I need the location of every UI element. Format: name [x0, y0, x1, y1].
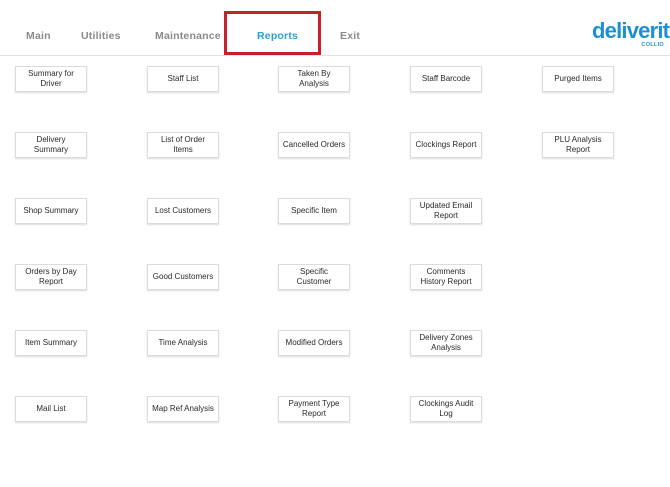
purged-items-label: Purged Items	[554, 74, 602, 83]
good-customers-label: Good Customers	[152, 272, 214, 281]
delivery-summary-button[interactable]: Delivery Summary	[15, 132, 87, 158]
specific-customer-button[interactable]: Specific Customer	[278, 264, 350, 290]
staff-barcode-label: Staff Barcode	[421, 74, 471, 83]
comments-history-report-label: Comments History Report	[420, 267, 472, 286]
shop-summary-label: Shop Summary	[23, 206, 79, 215]
delivery-summary-label: Delivery Summary	[33, 135, 69, 154]
updated-email-report-button[interactable]: Updated Email Report	[410, 198, 482, 224]
lost-customers-button[interactable]: Lost Customers	[147, 198, 219, 224]
payment-type-report-button[interactable]: Payment Type Report	[278, 396, 350, 422]
plu-analysis-report-button[interactable]: PLU Analysis Report	[542, 132, 614, 158]
delivery-zones-analysis-label: Delivery Zones Analysis	[419, 333, 473, 352]
top-navigation: Main Utilities Maintenance Reports Exit …	[0, 0, 670, 56]
list-of-order-items-label: List of Order Items	[160, 135, 205, 154]
tab-utilities[interactable]: Utilities	[81, 30, 121, 42]
logo-text: deliverit	[592, 18, 670, 43]
payment-type-report-label: Payment Type Report	[288, 399, 340, 418]
plu-analysis-report-label: PLU Analysis Report	[554, 135, 602, 154]
summary-for-driver-label: Summary for Driver	[28, 69, 74, 88]
clockings-report-button[interactable]: Clockings Report	[410, 132, 482, 158]
tab-exit[interactable]: Exit	[340, 30, 360, 42]
modified-orders-button[interactable]: Modified Orders	[278, 330, 350, 356]
staff-list-label: Staff List	[167, 74, 199, 83]
item-summary-button[interactable]: Item Summary	[15, 330, 87, 356]
time-analysis-label: Time Analysis	[158, 338, 208, 347]
mail-list-label: Mail List	[36, 404, 66, 413]
item-summary-label: Item Summary	[24, 338, 77, 347]
shop-summary-button[interactable]: Shop Summary	[15, 198, 87, 224]
staff-list-button[interactable]: Staff List	[147, 66, 219, 92]
nav-divider	[0, 55, 670, 56]
deliverit-logo: deliverit COLLIO	[592, 18, 670, 50]
list-of-order-items-button[interactable]: List of Order Items	[147, 132, 219, 158]
purged-items-button[interactable]: Purged Items	[542, 66, 614, 92]
staff-barcode-button[interactable]: Staff Barcode	[410, 66, 482, 92]
clockings-audit-log-button[interactable]: Clockings Audit Log	[410, 396, 482, 422]
map-ref-analysis-button[interactable]: Map Ref Analysis	[147, 396, 219, 422]
good-customers-button[interactable]: Good Customers	[147, 264, 219, 290]
cancelled-orders-button[interactable]: Cancelled Orders	[278, 132, 350, 158]
lost-customers-label: Lost Customers	[154, 206, 212, 215]
clockings-report-label: Clockings Report	[415, 140, 477, 149]
cancelled-orders-label: Cancelled Orders	[282, 140, 346, 149]
time-analysis-button[interactable]: Time Analysis	[147, 330, 219, 356]
orders-by-day-report-button[interactable]: Orders by Day Report	[15, 264, 87, 290]
summary-for-driver-button[interactable]: Summary for Driver	[15, 66, 87, 92]
taken-by-analysis-label: Taken By Analysis	[297, 69, 331, 88]
logo-subtext: COLLIO	[641, 42, 664, 48]
map-ref-analysis-label: Map Ref Analysis	[152, 404, 214, 413]
updated-email-report-label: Updated Email Report	[419, 201, 473, 220]
delivery-zones-analysis-button[interactable]: Delivery Zones Analysis	[410, 330, 482, 356]
orders-by-day-report-label: Orders by Day Report	[25, 267, 77, 286]
specific-customer-label: Specific Customer	[296, 267, 332, 286]
specific-item-label: Specific Item	[291, 206, 337, 215]
modified-orders-label: Modified Orders	[285, 338, 343, 347]
reports-tab-highlight	[224, 11, 321, 55]
specific-item-button[interactable]: Specific Item	[278, 198, 350, 224]
tab-maintenance[interactable]: Maintenance	[155, 30, 221, 42]
mail-list-button[interactable]: Mail List	[15, 396, 87, 422]
clockings-audit-log-label: Clockings Audit Log	[418, 399, 474, 418]
comments-history-report-button[interactable]: Comments History Report	[410, 264, 482, 290]
taken-by-analysis-button[interactable]: Taken By Analysis	[278, 66, 350, 92]
tab-main[interactable]: Main	[26, 30, 51, 42]
